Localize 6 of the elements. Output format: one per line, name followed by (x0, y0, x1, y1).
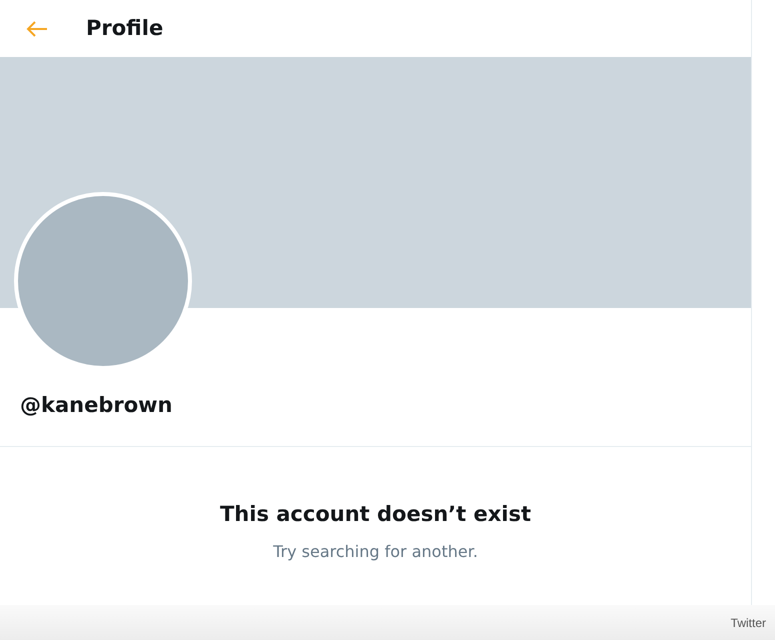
page-title: Profile (86, 14, 164, 42)
image-credit: Twitter (730, 614, 766, 632)
notice-subtitle: Try searching for another. (273, 542, 478, 561)
back-arrow-icon[interactable] (26, 20, 48, 38)
profile-handle: @kanebrown (20, 392, 172, 419)
notice-title: This account doesn’t exist (220, 502, 532, 526)
